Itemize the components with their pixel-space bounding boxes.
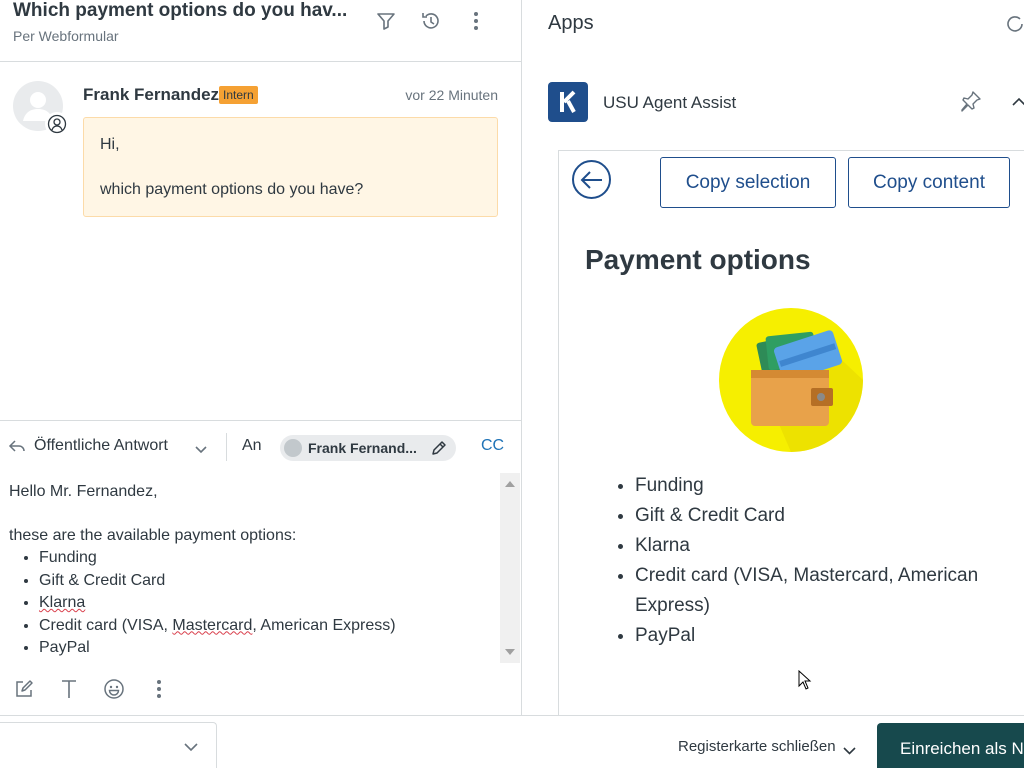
app-header[interactable]: USU Agent Assist (548, 80, 1024, 124)
chevron-up-icon[interactable] (1012, 94, 1024, 112)
article-title: Payment options (585, 244, 811, 275)
reply-type-dropdown[interactable]: Öffentliche Antwort (34, 437, 168, 455)
list-item: Funding (635, 471, 1005, 501)
filter-icon[interactable] (373, 8, 399, 34)
list-item: Klarna (635, 531, 1005, 561)
status-dropdown[interactable] (0, 722, 217, 768)
close-tab-dropdown[interactable]: Registerkarte schließen (678, 738, 836, 755)
list-item: Credit card (VISA, Mastercard, American … (39, 615, 491, 638)
ticket-channel: Per Webformular (13, 28, 119, 44)
reply-editor[interactable]: Hello Mr. Fernandez, these are the avail… (0, 473, 500, 663)
message-time: vor 22 Minuten (405, 87, 498, 103)
compose-icon[interactable] (11, 676, 37, 702)
divider (226, 433, 227, 461)
usu-logo-icon (548, 82, 588, 122)
list-item: PayPal (635, 621, 1005, 651)
mouse-cursor-icon (798, 670, 812, 690)
reply-bar: Öffentliche Antwort An Frank Fernand... … (0, 421, 522, 473)
message-line: which payment options do you have? (100, 181, 364, 198)
intro-text: these are the available payment options: (9, 527, 297, 544)
ticket-header: Which payment options do you hav... Per … (0, 0, 522, 62)
recipient-name: Frank Fernand... (308, 440, 417, 456)
list-item: PayPal (39, 637, 491, 660)
message-bubble: Hi, which payment options do you have? (83, 117, 498, 217)
editor-toolbar (0, 671, 522, 707)
chevron-down-icon[interactable] (184, 739, 198, 757)
submit-button[interactable]: Einreichen als N (877, 723, 1024, 768)
app-name: USU Agent Assist (603, 93, 737, 112)
copy-selection-button[interactable]: Copy selection (660, 157, 836, 208)
agent-assist-frame: Copy selection Copy content Payment opti… (558, 150, 1024, 715)
pencil-icon[interactable] (430, 439, 448, 462)
cc-link[interactable]: CC (481, 437, 504, 455)
more-options-icon[interactable] (146, 676, 172, 702)
arrow-left-icon (580, 170, 602, 189)
chevron-down-icon[interactable] (195, 441, 207, 459)
chevron-down-icon[interactable] (843, 742, 856, 760)
bottom-bar: Registerkarte schließen Einreichen als N (0, 715, 1024, 768)
text-format-icon[interactable] (56, 676, 82, 702)
list-item: Gift & Credit Card (635, 501, 1005, 531)
ticket-title: Which payment options do you hav... (13, 0, 348, 21)
wallet-illustration (719, 308, 863, 452)
to-label: An (242, 437, 262, 454)
recipient-avatar (284, 439, 302, 457)
pin-icon[interactable] (960, 90, 982, 117)
message-thread: Frank Fernandez Intern vor 22 Minuten Hi… (0, 62, 522, 420)
list-item: Klarna (39, 592, 491, 615)
user-role-icon (45, 112, 69, 136)
apps-pane: Apps USU Agent Assist Copy selection Cop… (523, 0, 1024, 715)
list-item: Credit card (VISA, Mastercard, American … (635, 561, 1005, 621)
message-line: Hi, (100, 136, 120, 153)
history-icon[interactable] (418, 8, 444, 34)
article-list: Funding Gift & Credit Card Klarna Credit… (635, 471, 1005, 651)
back-button[interactable] (572, 160, 611, 199)
copy-content-button[interactable]: Copy content (848, 157, 1010, 208)
reply-icon[interactable] (8, 437, 26, 460)
apps-title: Apps (548, 12, 594, 34)
sender-name[interactable]: Frank Fernandez (83, 85, 219, 105)
recipient-chip[interactable]: Frank Fernand... (280, 435, 456, 461)
greeting-text: Hello Mr. Fernandez, (9, 483, 158, 500)
scroll-down-icon[interactable] (505, 649, 515, 655)
emoji-icon[interactable] (101, 676, 127, 702)
payment-list: Funding Gift & Credit Card Klarna Credit… (39, 547, 491, 660)
refresh-icon[interactable] (1006, 14, 1024, 39)
more-options-icon[interactable] (463, 8, 489, 34)
intern-badge: Intern (219, 86, 258, 104)
editor-scrollbar[interactable] (500, 473, 520, 663)
reply-composer: Öffentliche Antwort An Frank Fernand... … (0, 420, 522, 715)
list-item: Funding (39, 547, 491, 570)
ticket-pane: Which payment options do you hav... Per … (0, 0, 522, 715)
scroll-up-icon[interactable] (505, 481, 515, 487)
list-item: Gift & Credit Card (39, 570, 491, 593)
